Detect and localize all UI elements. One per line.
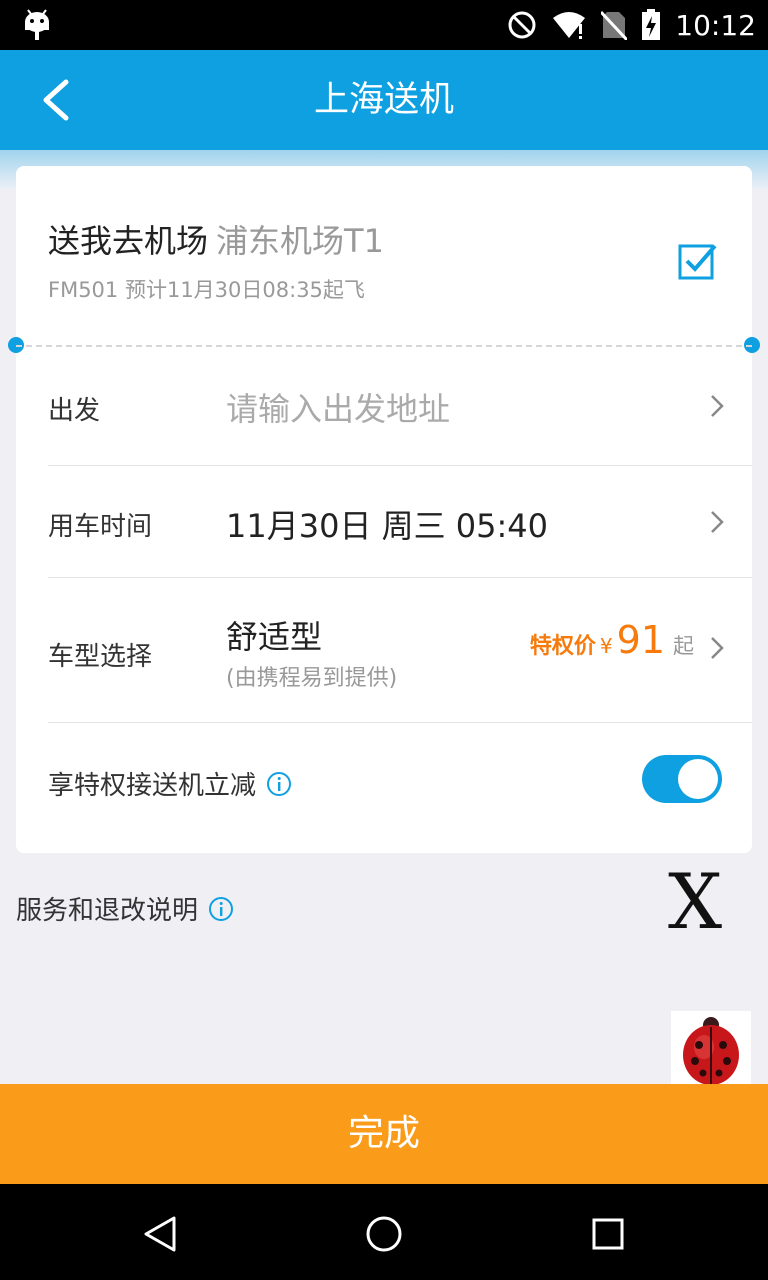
status-bar: 10:12 [0, 0, 768, 50]
battery-charging-icon [642, 9, 661, 40]
chevron-right-icon [711, 511, 724, 533]
ladybug-icon[interactable] [671, 1011, 751, 1091]
checkbox-checked-icon[interactable] [678, 240, 718, 280]
android-icon [25, 9, 49, 40]
departure-label: 出发 [48, 396, 101, 426]
flight-info: FM501 预计11月30日08:35起飞 [48, 278, 365, 302]
service-explanation[interactable]: 服务和退改说明 [16, 890, 234, 927]
home-circle-icon[interactable] [364, 1214, 404, 1254]
system-nav-bar [0, 1184, 768, 1280]
booking-card: 送我去机场 浦东机场T1 FM501 预计11月30日08:35起飞 出发 请输入… [16, 166, 752, 853]
departure-row[interactable]: 出发 请输入出发地址 [48, 346, 752, 466]
flight-title: 送我去机场 [48, 222, 209, 260]
info-icon[interactable] [266, 771, 292, 797]
done-button[interactable]: 完成 [0, 1084, 768, 1184]
overlay-close-button[interactable]: X [668, 864, 722, 940]
wifi-icon [553, 12, 586, 39]
recents-square-icon[interactable] [590, 1214, 626, 1254]
privilege-row: 享特权接送机立减 [48, 723, 752, 853]
toggle-knob [678, 759, 718, 799]
car-type-value: 舒适型 [226, 618, 323, 656]
time-label: 用车时间 [48, 512, 153, 542]
no-sim-icon [601, 10, 628, 40]
airport-name: 浦东机场T1 [216, 222, 384, 260]
privilege-label: 享特权接送机立减 [48, 771, 257, 801]
car-type-row[interactable]: 车型选择 舒适型 (由携程易到提供) 特权价 ¥91 起 [48, 578, 752, 723]
time-value: 11月30日 周三 05:40 [226, 507, 549, 545]
price-value: 91 [616, 618, 665, 662]
car-type-label: 车型选择 [48, 642, 153, 672]
time-row[interactable]: 用车时间 11月30日 周三 05:40 [48, 466, 752, 578]
status-time: 10:12 [675, 8, 756, 42]
page-title: 上海送机 [313, 80, 454, 120]
car-price: 特权价 ¥91 起 [530, 618, 694, 662]
car-provider: (由携程易到提供) [226, 666, 398, 691]
do-not-disturb-icon [508, 11, 536, 39]
flight-section[interactable]: 送我去机场 浦东机场T1 FM501 预计11月30日08:35起飞 [16, 166, 752, 346]
privilege-toggle[interactable] [642, 755, 722, 803]
card-divider [16, 345, 752, 347]
chevron-right-icon [711, 395, 724, 417]
info-icon[interactable] [208, 896, 234, 922]
price-currency: ¥ [599, 634, 613, 658]
app-header: 上海送机 [0, 50, 768, 150]
departure-input[interactable]: 请输入出发地址 [226, 384, 450, 430]
chevron-right-icon [711, 637, 724, 659]
price-label: 特权价 [529, 634, 596, 659]
price-suffix: 起 [673, 634, 694, 658]
back-triangle-icon[interactable] [140, 1214, 180, 1254]
service-label: 服务和退改说明 [16, 896, 199, 926]
